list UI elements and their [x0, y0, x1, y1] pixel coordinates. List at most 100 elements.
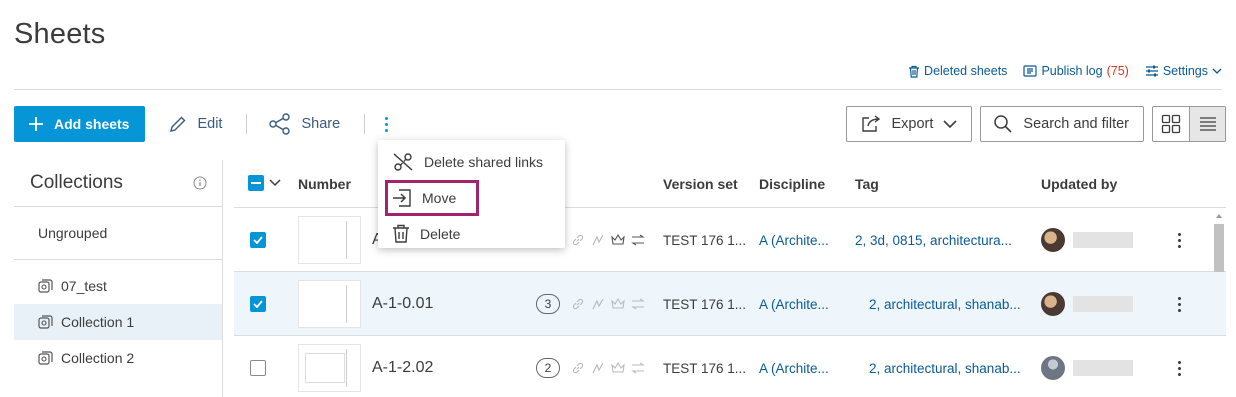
markup-icon	[592, 362, 604, 374]
table-row[interactable]: A-1-2.02 2 TEST 176 1... A (Archite... 2…	[234, 336, 1226, 397]
tags[interactable]: 2, architectural, shanab...	[869, 361, 1021, 376]
info-icon[interactable]	[193, 176, 207, 190]
row-menu-button[interactable]	[1178, 360, 1182, 376]
select-all-control[interactable]	[248, 175, 281, 191]
grid-view-button[interactable]	[1153, 107, 1189, 141]
export-button[interactable]: Export	[846, 106, 973, 142]
header-version-set[interactable]: Version set	[663, 176, 738, 192]
link-icon	[572, 234, 584, 246]
collection-icon	[38, 278, 53, 293]
panel-separator	[222, 160, 223, 397]
header-updated-by[interactable]: Updated by	[1041, 176, 1117, 192]
toolbar-separator	[364, 114, 366, 134]
sheet-number[interactable]: A-1-2.02	[372, 359, 433, 377]
checkmark-icon	[253, 300, 263, 308]
menu-item-delete[interactable]: Delete	[378, 216, 565, 252]
user-name-redacted	[1073, 232, 1133, 248]
search-icon	[994, 115, 1012, 133]
user-name-redacted	[1073, 296, 1133, 312]
share-icon	[269, 113, 291, 135]
chevron-down-icon	[1212, 68, 1222, 74]
menu-item-move[interactable]: Move	[385, 180, 479, 216]
collections-panel: Collections Ungrouped 07_test Collection…	[14, 160, 223, 397]
version-set: TEST 176 1...	[663, 296, 747, 312]
discipline[interactable]: A (Archite...	[759, 233, 829, 248]
version-badge[interactable]: 3	[536, 294, 560, 314]
collection-icon	[38, 314, 53, 329]
collections-header: Collections	[14, 160, 223, 207]
swap-icon	[631, 234, 645, 246]
sheet-thumbnail[interactable]	[298, 344, 361, 392]
settings-link[interactable]: Settings	[1145, 64, 1222, 78]
indeterminate-icon	[251, 182, 261, 184]
scroll-up-arrow-icon[interactable]	[1213, 212, 1225, 220]
top-links: Deleted sheets Publish log (75) Settings	[908, 64, 1222, 78]
swap-icon	[631, 298, 645, 310]
row-checkbox[interactable]	[250, 360, 266, 376]
crown-icon	[611, 234, 625, 245]
publish-log-link[interactable]: Publish log (75)	[1023, 64, 1129, 78]
row-menu-button[interactable]	[1178, 232, 1182, 248]
menu-item-label: Delete shared links	[424, 154, 544, 170]
more-options-menu: Delete shared links Move Delete	[378, 140, 565, 248]
edit-button[interactable]: Edit	[169, 115, 222, 133]
collection-icon	[38, 350, 53, 365]
deleted-sheets-label: Deleted sheets	[924, 64, 1008, 78]
header-tag[interactable]: Tag	[855, 176, 879, 192]
view-toggle	[1152, 106, 1226, 142]
markup-icon	[592, 298, 604, 310]
version-badge[interactable]: 2	[536, 358, 560, 378]
tags[interactable]: 2, architectural, shanab...	[869, 297, 1021, 312]
table-row[interactable]: A-1-0.01 3 TEST 176 1... A (Archite... 2…	[234, 272, 1226, 336]
status-icons	[571, 297, 645, 311]
row-menu-button[interactable]	[1178, 296, 1182, 312]
discipline[interactable]: A (Archite...	[759, 361, 829, 376]
add-sheets-label: Add sheets	[54, 116, 130, 132]
list-icon	[1199, 117, 1216, 131]
unlink-icon	[393, 153, 413, 171]
select-all-checkbox[interactable]	[248, 175, 264, 191]
chevron-down-icon[interactable]	[269, 179, 281, 187]
tags[interactable]: 2, 3d, 0815, architectura...	[855, 233, 1012, 248]
search-filter-label: Search and filter	[1023, 116, 1129, 132]
publish-log-count: (75)	[1106, 64, 1129, 78]
header-number[interactable]: Number	[298, 176, 351, 192]
more-options-button[interactable]	[379, 116, 393, 132]
toolbar-separator	[246, 114, 248, 134]
trash-icon	[909, 65, 920, 78]
menu-item-label: Move	[422, 190, 457, 206]
crown-icon	[611, 362, 625, 373]
swap-icon	[631, 362, 645, 374]
export-icon	[862, 115, 881, 132]
header-discipline[interactable]: Discipline	[759, 176, 825, 192]
collection-ungrouped-label: Ungrouped	[38, 225, 108, 241]
add-sheets-button[interactable]: Add sheets	[14, 106, 146, 142]
row-checkbox[interactable]	[250, 296, 266, 312]
list-view-button[interactable]	[1189, 107, 1225, 141]
deleted-sheets-link[interactable]: Deleted sheets	[908, 64, 1007, 78]
menu-item-delete-shared-links[interactable]: Delete shared links	[378, 144, 565, 180]
collection-item-collection-2[interactable]: Collection 2	[14, 340, 223, 376]
collection-ungrouped[interactable]: Ungrouped	[14, 207, 223, 260]
discipline[interactable]: A (Archite...	[759, 297, 829, 312]
share-button[interactable]: Share	[269, 113, 340, 135]
sheet-thumbnail[interactable]	[298, 216, 361, 264]
chevron-down-icon	[943, 120, 957, 128]
collection-item-07-test[interactable]: 07_test	[14, 268, 223, 304]
collection-item-collection-1[interactable]: Collection 1	[14, 304, 223, 340]
page-title: Sheets	[14, 18, 106, 50]
trash-icon	[393, 224, 409, 243]
right-tools: Export Search and filter	[846, 106, 1226, 142]
table-scrollbar[interactable]	[1212, 210, 1224, 397]
sheet-thumbnail[interactable]	[298, 280, 361, 328]
grid-icon	[1161, 114, 1181, 134]
publish-log-icon	[1023, 65, 1038, 77]
settings-label: Settings	[1162, 64, 1208, 78]
search-filter-button[interactable]: Search and filter	[980, 106, 1144, 142]
header-divider	[14, 89, 1222, 90]
export-label: Export	[891, 116, 934, 132]
scrollbar-thumb[interactable]	[1214, 224, 1224, 272]
row-checkbox[interactable]	[250, 232, 266, 248]
sheet-number[interactable]: A-1-0.01	[372, 295, 433, 313]
collections-title: Collections	[30, 172, 123, 193]
